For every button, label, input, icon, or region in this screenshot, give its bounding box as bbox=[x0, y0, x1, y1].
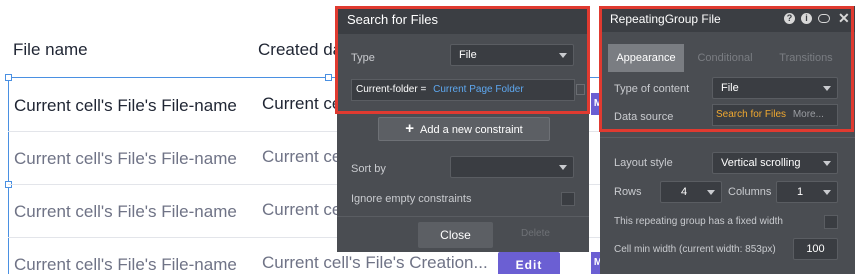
ignore-empty-label: Ignore empty constraints bbox=[351, 193, 472, 205]
close-button[interactable]: Close bbox=[418, 222, 493, 248]
columns-label: Columns bbox=[728, 186, 772, 198]
rows-label: Rows bbox=[614, 186, 642, 198]
delete-button[interactable]: Delete bbox=[521, 228, 550, 239]
layout-style-value: Vertical scrolling bbox=[721, 157, 801, 169]
divider bbox=[600, 137, 855, 138]
plus-icon: + bbox=[405, 120, 415, 137]
header-created-date: Created da bbox=[258, 40, 343, 59]
add-constraint-button[interactable]: + Add a new constraint bbox=[378, 117, 550, 141]
cell-min-width-label: Cell min width (current width: 853px) bbox=[614, 244, 776, 255]
table-row-file: Current cell's File's File-name bbox=[14, 96, 237, 115]
fixed-width-checkbox[interactable] bbox=[824, 215, 838, 229]
table-row-created: Current cell's File's Creation... bbox=[262, 253, 488, 272]
ignore-empty-checkbox[interactable] bbox=[561, 192, 575, 206]
table-row-created: Current ce bbox=[262, 147, 342, 166]
table-row-file: Current cell's File's File-name bbox=[14, 255, 237, 274]
chevron-down-icon bbox=[559, 165, 567, 170]
table-row-created: Current ce bbox=[262, 200, 342, 219]
fixed-width-label: This repeating group has a fixed width bbox=[614, 216, 783, 227]
rows-value: 4 bbox=[680, 186, 688, 198]
chevron-down-icon bbox=[707, 190, 715, 195]
layout-style-dropdown[interactable]: Vertical scrolling bbox=[712, 152, 838, 174]
highlight-data-source bbox=[599, 6, 854, 132]
table-row-created: Current ce bbox=[262, 94, 342, 113]
header-file-name: File name bbox=[13, 40, 88, 59]
chevron-down-icon bbox=[823, 190, 831, 195]
editor-canvas: File name Created da Current cell's File… bbox=[0, 0, 855, 274]
add-constraint-label: Add a new constraint bbox=[420, 124, 523, 136]
resize-handle[interactable] bbox=[5, 74, 12, 81]
cell-min-width-input[interactable]: 100 bbox=[793, 238, 838, 260]
table-row-file: Current cell's File's File-name bbox=[14, 202, 237, 221]
divider bbox=[337, 216, 589, 217]
sort-by-dropdown[interactable] bbox=[450, 156, 574, 178]
rows-dropdown[interactable]: 4 bbox=[660, 181, 722, 203]
columns-dropdown[interactable]: 1 bbox=[776, 181, 838, 203]
resize-handle[interactable] bbox=[325, 74, 332, 81]
columns-value: 1 bbox=[796, 186, 804, 198]
highlight-search-constraint bbox=[335, 6, 590, 114]
sort-by-label: Sort by bbox=[351, 163, 386, 175]
table-row-file: Current cell's File's File-name bbox=[14, 149, 237, 168]
edit-button[interactable]: Edit bbox=[498, 252, 560, 274]
layout-style-label: Layout style bbox=[614, 157, 673, 169]
chevron-down-icon bbox=[823, 161, 831, 166]
